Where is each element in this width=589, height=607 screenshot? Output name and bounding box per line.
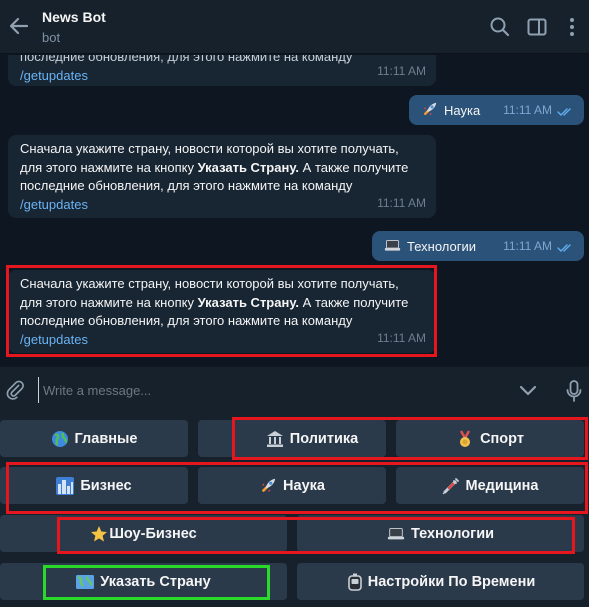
button-showbiz[interactable]: Шоу-Бизнес	[0, 515, 287, 552]
button-set-country[interactable]: Указать Страну	[0, 563, 287, 600]
message-list[interactable]: последние обновления, для этого нажмите …	[0, 55, 589, 366]
more-menu-icon[interactable]	[560, 15, 584, 39]
message-text-line: последние обновления, для этого нажмите …	[20, 178, 353, 193]
message-text-line: для этого нажмите на кнопку	[20, 159, 198, 175]
message-time: 11:11 AM	[503, 238, 552, 253]
stopwatch-icon	[347, 573, 362, 591]
laptop-icon	[387, 527, 405, 539]
search-icon[interactable]	[488, 15, 512, 39]
button-label: Бизнес	[80, 477, 132, 494]
button-label: Шоу-Бизнес	[109, 525, 197, 542]
compose-bar	[0, 366, 589, 414]
message-text-line: А также получите	[299, 159, 409, 175]
rocket-icon	[423, 102, 437, 116]
message-bold-text: Указать Страну.	[197, 159, 300, 175]
message-time: 11:11 AM	[503, 102, 552, 117]
read-checks-icon	[557, 108, 571, 116]
world-map-icon	[76, 574, 95, 589]
button-label: Политика	[289, 430, 359, 447]
syringe-icon	[442, 477, 459, 494]
microphone-icon[interactable]	[565, 379, 583, 403]
paperclip-icon[interactable]	[4, 379, 26, 401]
message-incoming: последние обновления, для этого нажмите …	[8, 55, 436, 86]
message-text-line: Сначала укажите страну, новости которой …	[20, 141, 399, 156]
globe-icon	[51, 430, 68, 447]
classical-building-icon	[266, 430, 283, 447]
message-text: Технологии	[407, 239, 477, 254]
message-time: 11:11 AM	[377, 63, 426, 78]
star-icon	[91, 525, 108, 541]
button-medicine[interactable]: Медицина	[396, 467, 584, 504]
message-outgoing: Технологии 11:11 AM	[372, 231, 584, 261]
message-text: последние обновления, для этого нажмите …	[20, 55, 353, 64]
message-text: Наука	[444, 103, 481, 118]
message-text-line: А также получите	[299, 294, 409, 310]
message-bold-text: Указать Страну.	[197, 294, 300, 310]
chat-subtitle: bot	[42, 30, 61, 45]
cityscape-icon	[56, 476, 75, 495]
button-label: Главные	[74, 430, 138, 447]
getupdates-command-link[interactable]: /getupdates	[20, 197, 88, 212]
back-arrow-icon[interactable]	[6, 13, 32, 39]
message-time: 11:11 AM	[377, 195, 426, 210]
button-time-settings[interactable]: Настройки По Времени	[297, 563, 584, 600]
button-label: Технологии	[410, 525, 495, 542]
button-sport[interactable]: Спорт	[396, 420, 584, 457]
message-text-line: последние обновления, для этого нажмите …	[20, 313, 353, 328]
getupdates-command-link[interactable]: /getupdates	[20, 332, 88, 347]
message-outgoing: Наука 11:11 AM	[409, 95, 584, 125]
button-technology[interactable]: Технологии	[297, 515, 584, 552]
rocket-icon	[261, 478, 276, 492]
sidebar-toggle-icon[interactable]	[525, 15, 549, 39]
medal-icon	[459, 429, 471, 447]
getupdates-command-link[interactable]: /getupdates	[20, 68, 88, 83]
button-label: Указать Страну	[100, 573, 211, 590]
button-label: Наука	[283, 477, 325, 494]
button-science[interactable]: Наука	[198, 467, 386, 504]
chat-header: News Bot bot	[0, 0, 589, 54]
message-text-line: Сначала укажите страну, новости которой …	[20, 276, 399, 291]
bot-keyboard: Главные Политика Спорт Бизнес Наука Меди…	[0, 414, 589, 607]
button-main-news[interactable]: Главные	[0, 420, 188, 457]
button-politics[interactable]: Политика	[238, 420, 386, 457]
button-label: Медицина	[465, 477, 539, 494]
message-incoming: Сначала укажите страну, новости которой …	[8, 270, 436, 353]
button-business[interactable]: Бизнес	[0, 467, 188, 504]
chevron-down-icon[interactable]	[518, 380, 538, 400]
read-checks-icon	[557, 244, 571, 252]
message-input[interactable]	[38, 377, 498, 403]
laptop-icon	[384, 239, 401, 251]
chat-title[interactable]: News Bot	[42, 9, 106, 25]
button-label: Настройки По Времени	[367, 573, 536, 590]
message-time: 11:11 AM	[377, 330, 426, 345]
message-incoming: Сначала укажите страну, новости которой …	[8, 135, 436, 218]
message-text-line: для этого нажмите на кнопку	[20, 294, 198, 310]
button-label: Спорт	[480, 430, 524, 447]
